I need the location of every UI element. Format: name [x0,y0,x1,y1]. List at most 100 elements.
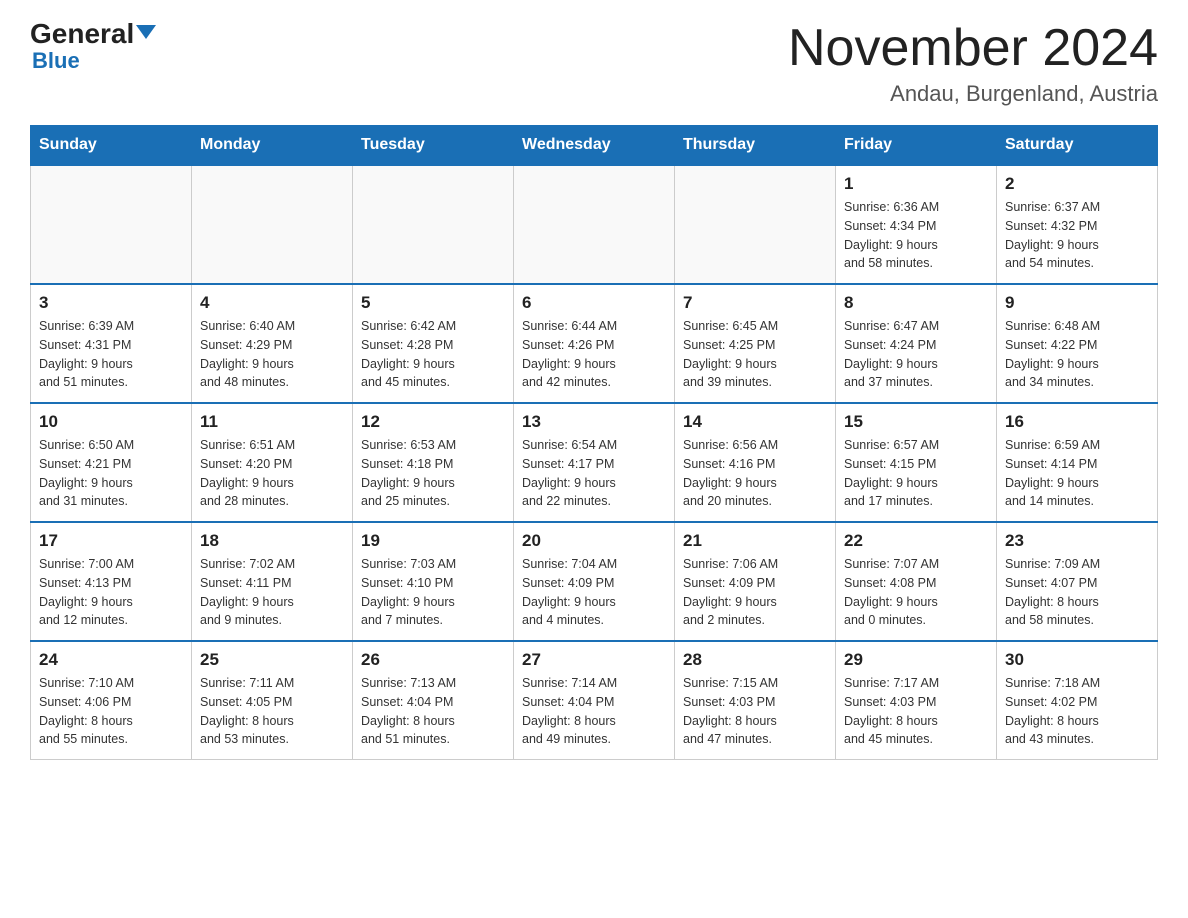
calendar-empty-cell [514,165,675,284]
day-number: 6 [522,293,666,313]
day-number: 20 [522,531,666,551]
calendar-day-17: 17 Sunrise: 7:00 AM Sunset: 4:13 PM Dayli… [31,522,192,641]
day-number: 16 [1005,412,1149,432]
day-number: 10 [39,412,183,432]
day-number: 11 [200,412,344,432]
calendar-day-28: 28 Sunrise: 7:15 AM Sunset: 4:03 PM Dayli… [675,641,836,760]
weekday-header-friday: Friday [836,126,997,166]
day-number: 25 [200,650,344,670]
day-number: 17 [39,531,183,551]
day-info: Sunrise: 7:00 AM Sunset: 4:13 PM Dayligh… [39,555,183,630]
day-number: 15 [844,412,988,432]
calendar-day-16: 16 Sunrise: 6:59 AM Sunset: 4:14 PM Dayli… [997,403,1158,522]
calendar-day-4: 4 Sunrise: 6:40 AM Sunset: 4:29 PM Daylig… [192,284,353,403]
day-info: Sunrise: 6:53 AM Sunset: 4:18 PM Dayligh… [361,436,505,511]
calendar-day-6: 6 Sunrise: 6:44 AM Sunset: 4:26 PM Daylig… [514,284,675,403]
day-info: Sunrise: 6:42 AM Sunset: 4:28 PM Dayligh… [361,317,505,392]
day-info: Sunrise: 7:18 AM Sunset: 4:02 PM Dayligh… [1005,674,1149,749]
weekday-header-tuesday: Tuesday [353,126,514,166]
calendar-day-15: 15 Sunrise: 6:57 AM Sunset: 4:15 PM Dayli… [836,403,997,522]
day-number: 5 [361,293,505,313]
day-number: 13 [522,412,666,432]
logo-line1: General [30,20,156,48]
day-number: 19 [361,531,505,551]
weekday-header-monday: Monday [192,126,353,166]
day-info: Sunrise: 6:44 AM Sunset: 4:26 PM Dayligh… [522,317,666,392]
calendar-day-25: 25 Sunrise: 7:11 AM Sunset: 4:05 PM Dayli… [192,641,353,760]
day-info: Sunrise: 7:13 AM Sunset: 4:04 PM Dayligh… [361,674,505,749]
calendar-subtitle: Andau, Burgenland, Austria [788,81,1158,107]
day-number: 30 [1005,650,1149,670]
day-info: Sunrise: 6:39 AM Sunset: 4:31 PM Dayligh… [39,317,183,392]
weekday-header-saturday: Saturday [997,126,1158,166]
title-area: November 2024 Andau, Burgenland, Austria [788,20,1158,107]
calendar-day-26: 26 Sunrise: 7:13 AM Sunset: 4:04 PM Dayli… [353,641,514,760]
day-number: 21 [683,531,827,551]
calendar-day-13: 13 Sunrise: 6:54 AM Sunset: 4:17 PM Dayli… [514,403,675,522]
day-info: Sunrise: 7:06 AM Sunset: 4:09 PM Dayligh… [683,555,827,630]
calendar-day-9: 9 Sunrise: 6:48 AM Sunset: 4:22 PM Daylig… [997,284,1158,403]
weekday-header-wednesday: Wednesday [514,126,675,166]
calendar-day-30: 30 Sunrise: 7:18 AM Sunset: 4:02 PM Dayli… [997,641,1158,760]
day-info: Sunrise: 6:54 AM Sunset: 4:17 PM Dayligh… [522,436,666,511]
calendar-week-row: 1 Sunrise: 6:36 AM Sunset: 4:34 PM Daylig… [31,165,1158,284]
day-info: Sunrise: 6:56 AM Sunset: 4:16 PM Dayligh… [683,436,827,511]
day-number: 1 [844,174,988,194]
day-info: Sunrise: 7:04 AM Sunset: 4:09 PM Dayligh… [522,555,666,630]
calendar-empty-cell [192,165,353,284]
calendar-empty-cell [31,165,192,284]
day-info: Sunrise: 6:37 AM Sunset: 4:32 PM Dayligh… [1005,198,1149,273]
calendar-empty-cell [675,165,836,284]
logo-triangle-icon [136,25,156,39]
day-number: 22 [844,531,988,551]
day-number: 2 [1005,174,1149,194]
day-info: Sunrise: 7:10 AM Sunset: 4:06 PM Dayligh… [39,674,183,749]
calendar-day-2: 2 Sunrise: 6:37 AM Sunset: 4:32 PM Daylig… [997,165,1158,284]
calendar-day-29: 29 Sunrise: 7:17 AM Sunset: 4:03 PM Dayli… [836,641,997,760]
calendar-day-21: 21 Sunrise: 7:06 AM Sunset: 4:09 PM Dayli… [675,522,836,641]
day-info: Sunrise: 6:59 AM Sunset: 4:14 PM Dayligh… [1005,436,1149,511]
day-number: 3 [39,293,183,313]
day-info: Sunrise: 6:40 AM Sunset: 4:29 PM Dayligh… [200,317,344,392]
day-info: Sunrise: 7:17 AM Sunset: 4:03 PM Dayligh… [844,674,988,749]
weekday-header-thursday: Thursday [675,126,836,166]
calendar-day-10: 10 Sunrise: 6:50 AM Sunset: 4:21 PM Dayli… [31,403,192,522]
calendar-table: SundayMondayTuesdayWednesdayThursdayFrid… [30,125,1158,760]
day-number: 9 [1005,293,1149,313]
calendar-day-23: 23 Sunrise: 7:09 AM Sunset: 4:07 PM Dayli… [997,522,1158,641]
logo-general: General [30,18,134,49]
calendar-day-18: 18Sunrise: 7:02 AM Sunset: 4:11 PM Dayli… [192,522,353,641]
calendar-day-14: 14 Sunrise: 6:56 AM Sunset: 4:16 PM Dayli… [675,403,836,522]
calendar-day-20: 20 Sunrise: 7:04 AM Sunset: 4:09 PM Dayli… [514,522,675,641]
calendar-day-19: 19Sunrise: 7:03 AM Sunset: 4:10 PM Dayli… [353,522,514,641]
day-info: Sunrise: 6:57 AM Sunset: 4:15 PM Dayligh… [844,436,988,511]
day-number: 14 [683,412,827,432]
day-number: 7 [683,293,827,313]
day-number: 24 [39,650,183,670]
day-info: Sunrise: 6:50 AM Sunset: 4:21 PM Dayligh… [39,436,183,511]
day-number: 23 [1005,531,1149,551]
calendar-day-3: 3 Sunrise: 6:39 AM Sunset: 4:31 PM Daylig… [31,284,192,403]
day-info: Sunrise: 7:14 AM Sunset: 4:04 PM Dayligh… [522,674,666,749]
day-info: Sunrise: 6:36 AM Sunset: 4:34 PM Dayligh… [844,198,988,273]
header-area: General Blue November 2024 Andau, Burgen… [30,20,1158,107]
day-number: 29 [844,650,988,670]
day-number: 28 [683,650,827,670]
day-info: Sunrise: 7:07 AM Sunset: 4:08 PM Dayligh… [844,555,988,630]
day-info: Sunrise: 7:11 AM Sunset: 4:05 PM Dayligh… [200,674,344,749]
calendar-week-row: 24 Sunrise: 7:10 AM Sunset: 4:06 PM Dayli… [31,641,1158,760]
day-number: 26 [361,650,505,670]
day-number: 27 [522,650,666,670]
calendar-week-row: 17 Sunrise: 7:00 AM Sunset: 4:13 PM Dayli… [31,522,1158,641]
calendar-day-24: 24 Sunrise: 7:10 AM Sunset: 4:06 PM Dayli… [31,641,192,760]
logo-blue: Blue [32,48,80,74]
logo-area: General Blue [30,20,156,74]
day-info: Sunrise: 6:45 AM Sunset: 4:25 PM Dayligh… [683,317,827,392]
day-info: Sunrise: 7:09 AM Sunset: 4:07 PM Dayligh… [1005,555,1149,630]
day-info: Sunrise: 6:51 AM Sunset: 4:20 PM Dayligh… [200,436,344,511]
day-info: Sunrise: 7:15 AM Sunset: 4:03 PM Dayligh… [683,674,827,749]
calendar-day-11: 11 Sunrise: 6:51 AM Sunset: 4:20 PM Dayli… [192,403,353,522]
day-info: Sunrise: 6:48 AM Sunset: 4:22 PM Dayligh… [1005,317,1149,392]
day-number: 4 [200,293,344,313]
calendar-empty-cell [353,165,514,284]
